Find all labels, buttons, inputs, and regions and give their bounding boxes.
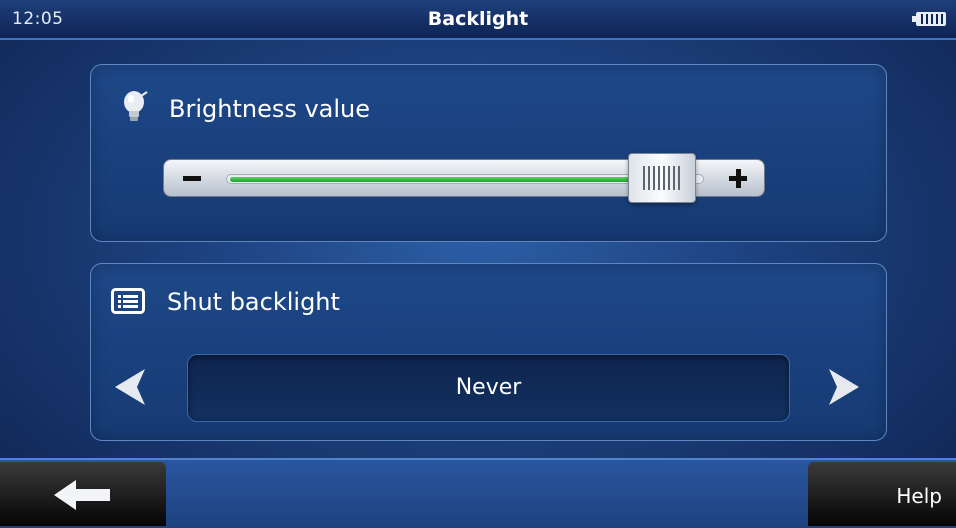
shut-backlight-label: Shut backlight — [167, 288, 340, 316]
back-button[interactable] — [0, 462, 166, 526]
brightness-slider[interactable] — [163, 153, 765, 203]
minus-icon[interactable] — [180, 168, 204, 190]
brightness-panel: Brightness value — [90, 64, 887, 242]
help-label: Help — [896, 484, 942, 508]
brightness-label: Brightness value — [169, 95, 371, 123]
shut-backlight-panel: Shut backlight Never — [90, 263, 887, 441]
battery-full-icon — [916, 12, 946, 26]
list-icon — [111, 288, 145, 314]
thumb-grip — [643, 166, 681, 190]
arrow-right-icon[interactable] — [825, 367, 863, 407]
shut-backlight-select[interactable]: Never — [187, 354, 790, 422]
help-button[interactable]: Help — [808, 462, 956, 526]
page-title: Backlight — [427, 8, 529, 30]
back-arrow-icon — [54, 480, 110, 510]
slider-fill — [230, 177, 634, 182]
slider-thumb[interactable] — [628, 153, 696, 203]
status-bar: 12:05 Backlight — [0, 0, 956, 40]
select-value: Never — [455, 375, 522, 400]
plus-icon[interactable] — [726, 168, 750, 190]
arrow-left-icon[interactable] — [111, 367, 149, 407]
lightbulb-icon — [124, 91, 148, 121]
